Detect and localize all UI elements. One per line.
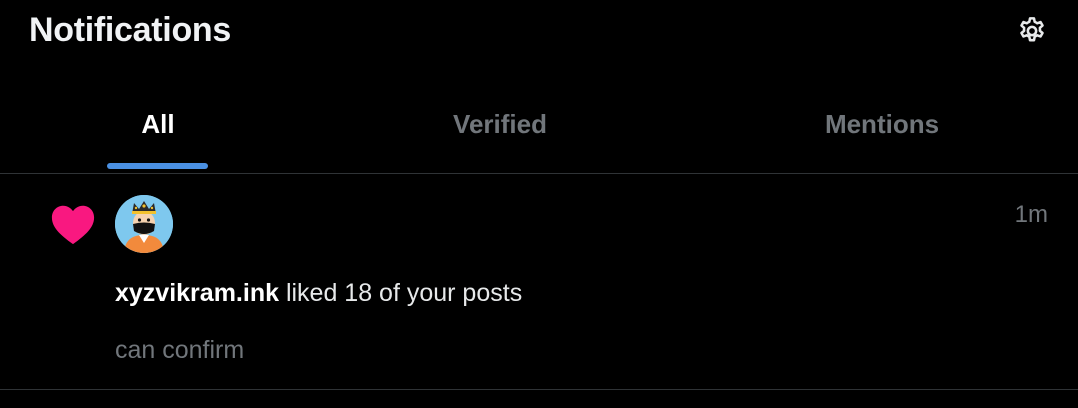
tab-bar: All Verified Mentions: [0, 84, 1078, 174]
notification-text: xyzvikram.ink liked 18 of your posts: [115, 277, 522, 309]
heart-icon: [51, 205, 95, 245]
tab-all[interactable]: All: [0, 84, 316, 173]
tab-label: All: [141, 109, 175, 139]
username-link[interactable]: xyzvikram.ink: [115, 279, 279, 307]
notifications-page: Notifications All Verified Mentions 1m x…: [0, 0, 1078, 408]
tab-verified[interactable]: Verified: [340, 84, 660, 173]
avatar[interactable]: [115, 195, 173, 253]
page-title: Notifications: [29, 11, 231, 49]
avatar-image: [115, 195, 173, 253]
post-preview[interactable]: can confirm: [115, 334, 244, 366]
active-tab-indicator: [107, 163, 208, 169]
tab-mentions[interactable]: Mentions: [722, 84, 1042, 173]
tab-label: Verified: [453, 109, 547, 139]
gear-icon: [1020, 17, 1044, 42]
timestamp: 1m: [1014, 201, 1048, 228]
notification-item[interactable]: 1m xyzvikram.ink liked 18 of your posts …: [0, 174, 1078, 390]
notification-action: liked 18 of your posts: [279, 279, 523, 307]
settings-button[interactable]: [1012, 11, 1052, 51]
header: Notifications: [0, 0, 1078, 70]
tab-label: Mentions: [824, 109, 940, 139]
